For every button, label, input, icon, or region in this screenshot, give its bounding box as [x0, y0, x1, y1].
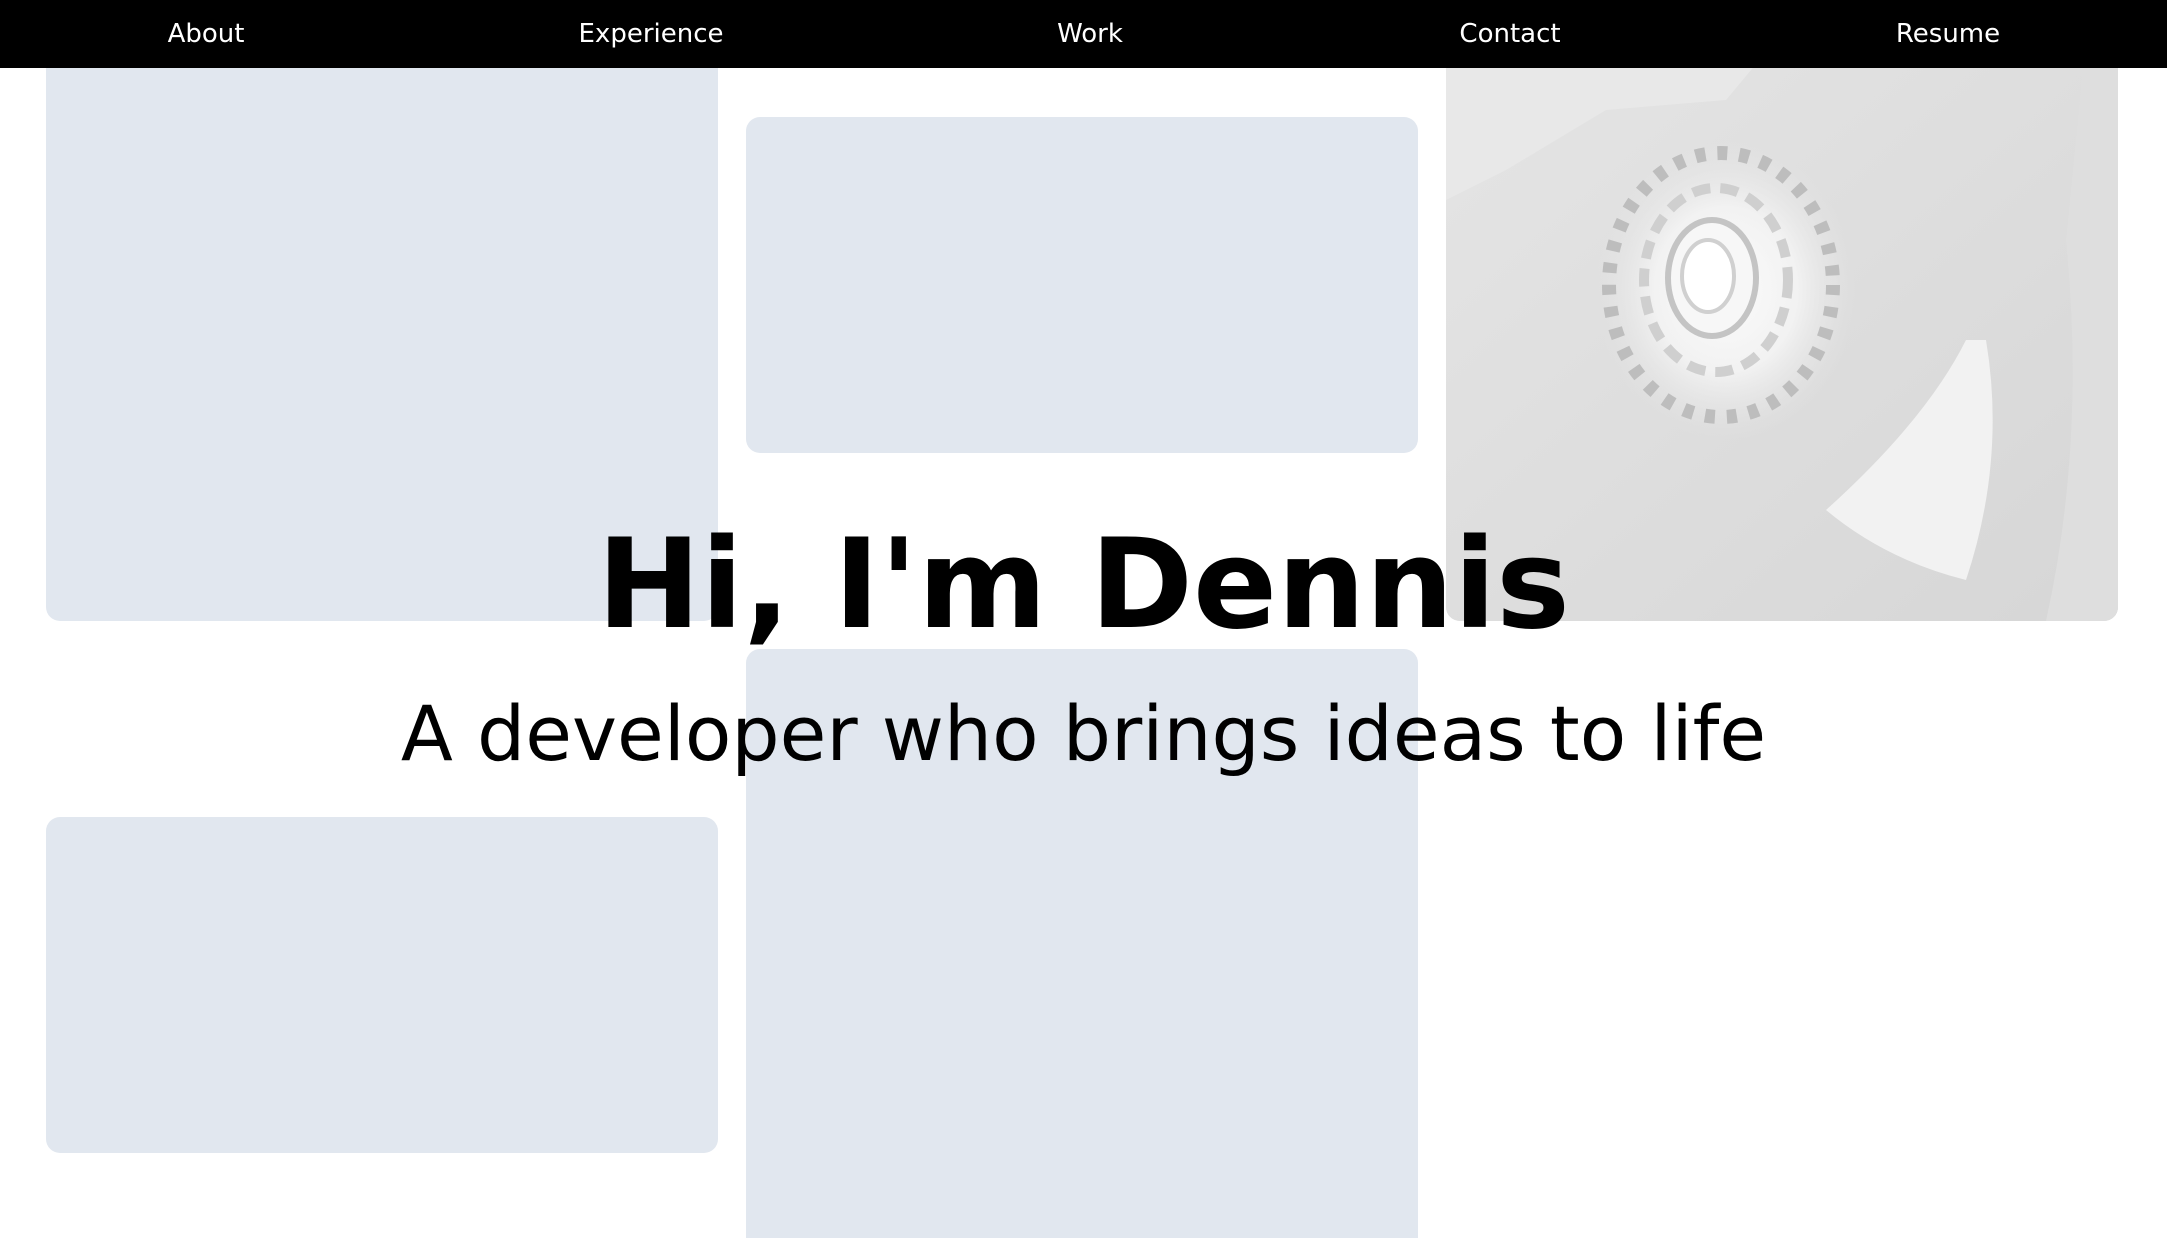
nav-link-contact[interactable]: Contact: [1459, 0, 1560, 68]
top-navigation: About Experience Work Contact Resume: [0, 0, 2167, 68]
gallery-tile-top-middle: [746, 117, 1418, 453]
portfolio-page: About Experience Work Contact Resume Hi,…: [0, 0, 2167, 1238]
hero-subtitle: A developer who brings ideas to life: [400, 689, 1767, 778]
nav-link-resume[interactable]: Resume: [1896, 0, 2000, 68]
nav-link-work[interactable]: Work: [1057, 0, 1123, 68]
nav-link-about[interactable]: About: [168, 0, 245, 68]
gallery-tile-bottom-left: [46, 817, 718, 1153]
hero-title: Hi, I'm Dennis: [597, 513, 1570, 657]
nav-link-experience[interactable]: Experience: [579, 0, 724, 68]
